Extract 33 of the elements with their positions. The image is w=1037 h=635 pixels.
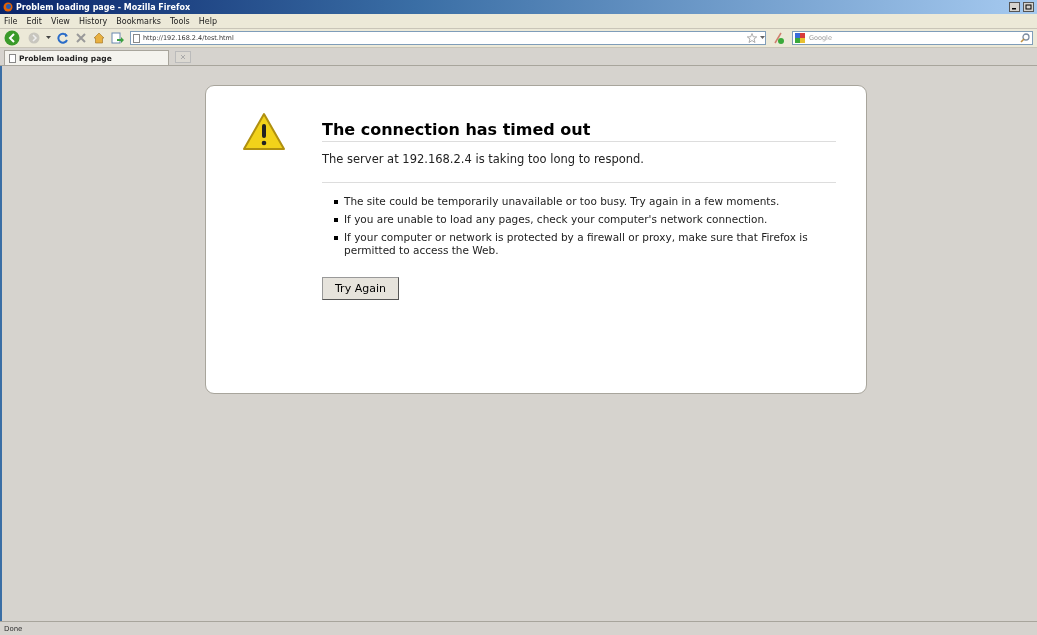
warning-icon [242,112,286,152]
bullet-icon [334,200,338,204]
dropdown-arrow-icon[interactable] [760,36,765,40]
restore-icon[interactable] [1023,2,1034,12]
firefox-logo-icon [3,2,13,12]
window-title: Problem loading page - Mozilla Firefox [16,2,191,12]
search-engine-icon[interactable] [795,33,805,43]
menu-item[interactable]: View [50,16,70,26]
minimize-icon[interactable] [1009,2,1020,12]
dropdown-arrow-icon[interactable] [46,36,51,40]
bullet-icon [334,236,338,241]
reload-icon[interactable] [57,32,69,44]
menu-item[interactable]: Help [198,16,217,26]
menu-item[interactable]: History [78,16,108,26]
back-button[interactable] [4,30,22,46]
try-again-button[interactable]: Try Again [322,276,399,300]
menu-item[interactable]: File [4,16,18,26]
star-icon[interactable] [747,33,757,43]
hint-text: If your computer or network is protected by a firewall or proxy, make sure that Firefox is permitted to access the Web. [344,231,809,258]
search-icon[interactable] [1020,33,1030,43]
menu-item[interactable]: Tools [170,16,190,26]
home-icon[interactable] [93,32,105,44]
error-title: The connection has timed out [322,120,836,142]
addon-icon[interactable] [772,31,786,45]
page-icon [133,33,140,43]
hint-text: If you are unable to load any pages, check your computer's network connection. [344,213,768,227]
bullet-icon [334,218,338,223]
stop-icon[interactable] [75,32,87,44]
hint-text: The site could be temporarily unavailable or too busy. Try again in a few moments. [344,195,780,209]
menu-item[interactable]: Bookmarks [116,16,162,26]
menu-item[interactable]: Edit [26,16,42,26]
error-message: The server at 192.168.2.4 is taking too long to respond. [322,152,836,183]
page-icon [9,53,16,63]
